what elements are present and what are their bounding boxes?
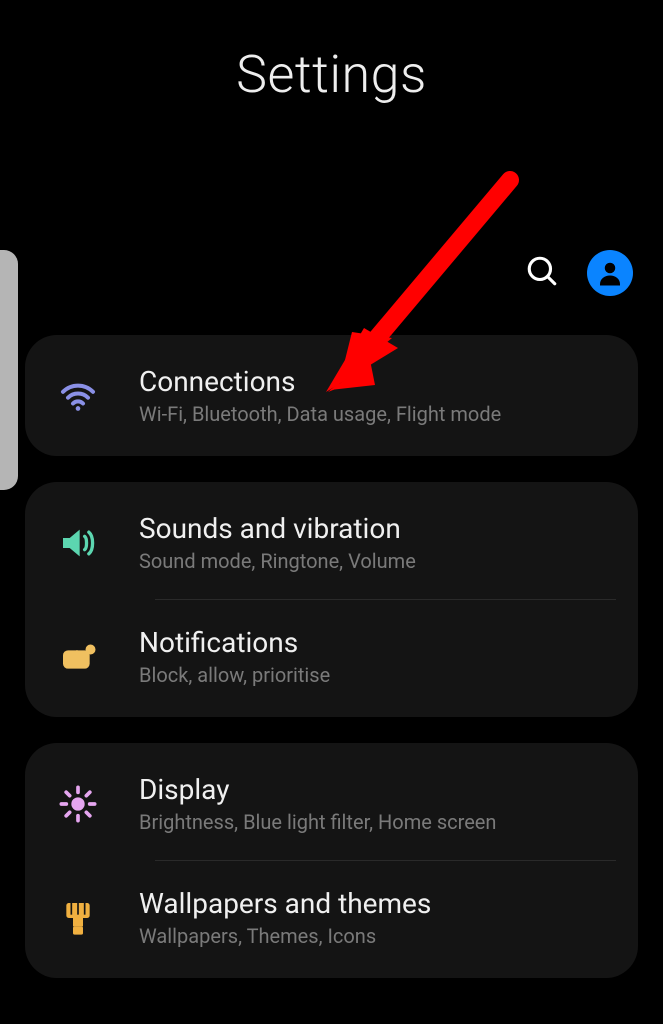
- brush-icon: [45, 898, 111, 938]
- item-title: Notifications: [139, 626, 610, 659]
- speaker-icon: [45, 523, 111, 563]
- notification-icon: [45, 637, 111, 677]
- item-subtitle: Wi-Fi, Bluetooth, Data usage, Flight mod…: [139, 402, 610, 426]
- item-title: Connections: [139, 365, 610, 398]
- account-icon[interactable]: [587, 250, 633, 296]
- settings-item-connections[interactable]: Connections Wi-Fi, Bluetooth, Data usage…: [25, 339, 638, 452]
- settings-item-sounds[interactable]: Sounds and vibration Sound mode, Rington…: [25, 486, 638, 599]
- brightness-icon: [45, 784, 111, 824]
- item-subtitle: Sound mode, Ringtone, Volume: [139, 549, 610, 573]
- settings-group: Sounds and vibration Sound mode, Rington…: [25, 482, 638, 717]
- settings-item-notifications[interactable]: Notifications Block, allow, prioritise: [25, 600, 638, 713]
- settings-group: Display Brightness, Blue light filter, H…: [25, 743, 638, 978]
- wifi-icon: [45, 376, 111, 416]
- item-subtitle: Wallpapers, Themes, Icons: [139, 924, 610, 948]
- item-subtitle: Brightness, Blue light filter, Home scre…: [139, 810, 610, 834]
- item-title: Wallpapers and themes: [139, 887, 610, 920]
- settings-group: Connections Wi-Fi, Bluetooth, Data usage…: [25, 335, 638, 456]
- item-subtitle: Block, allow, prioritise: [139, 663, 610, 687]
- edge-panel-handle[interactable]: [0, 250, 18, 490]
- toolbar: [525, 250, 633, 296]
- settings-item-wallpapers[interactable]: Wallpapers and themes Wallpapers, Themes…: [25, 861, 638, 974]
- page-title: Settings: [0, 0, 663, 105]
- settings-list: Connections Wi-Fi, Bluetooth, Data usage…: [25, 335, 638, 978]
- item-title: Sounds and vibration: [139, 512, 610, 545]
- item-title: Display: [139, 773, 610, 806]
- search-icon[interactable]: [525, 254, 559, 292]
- settings-item-display[interactable]: Display Brightness, Blue light filter, H…: [25, 747, 638, 860]
